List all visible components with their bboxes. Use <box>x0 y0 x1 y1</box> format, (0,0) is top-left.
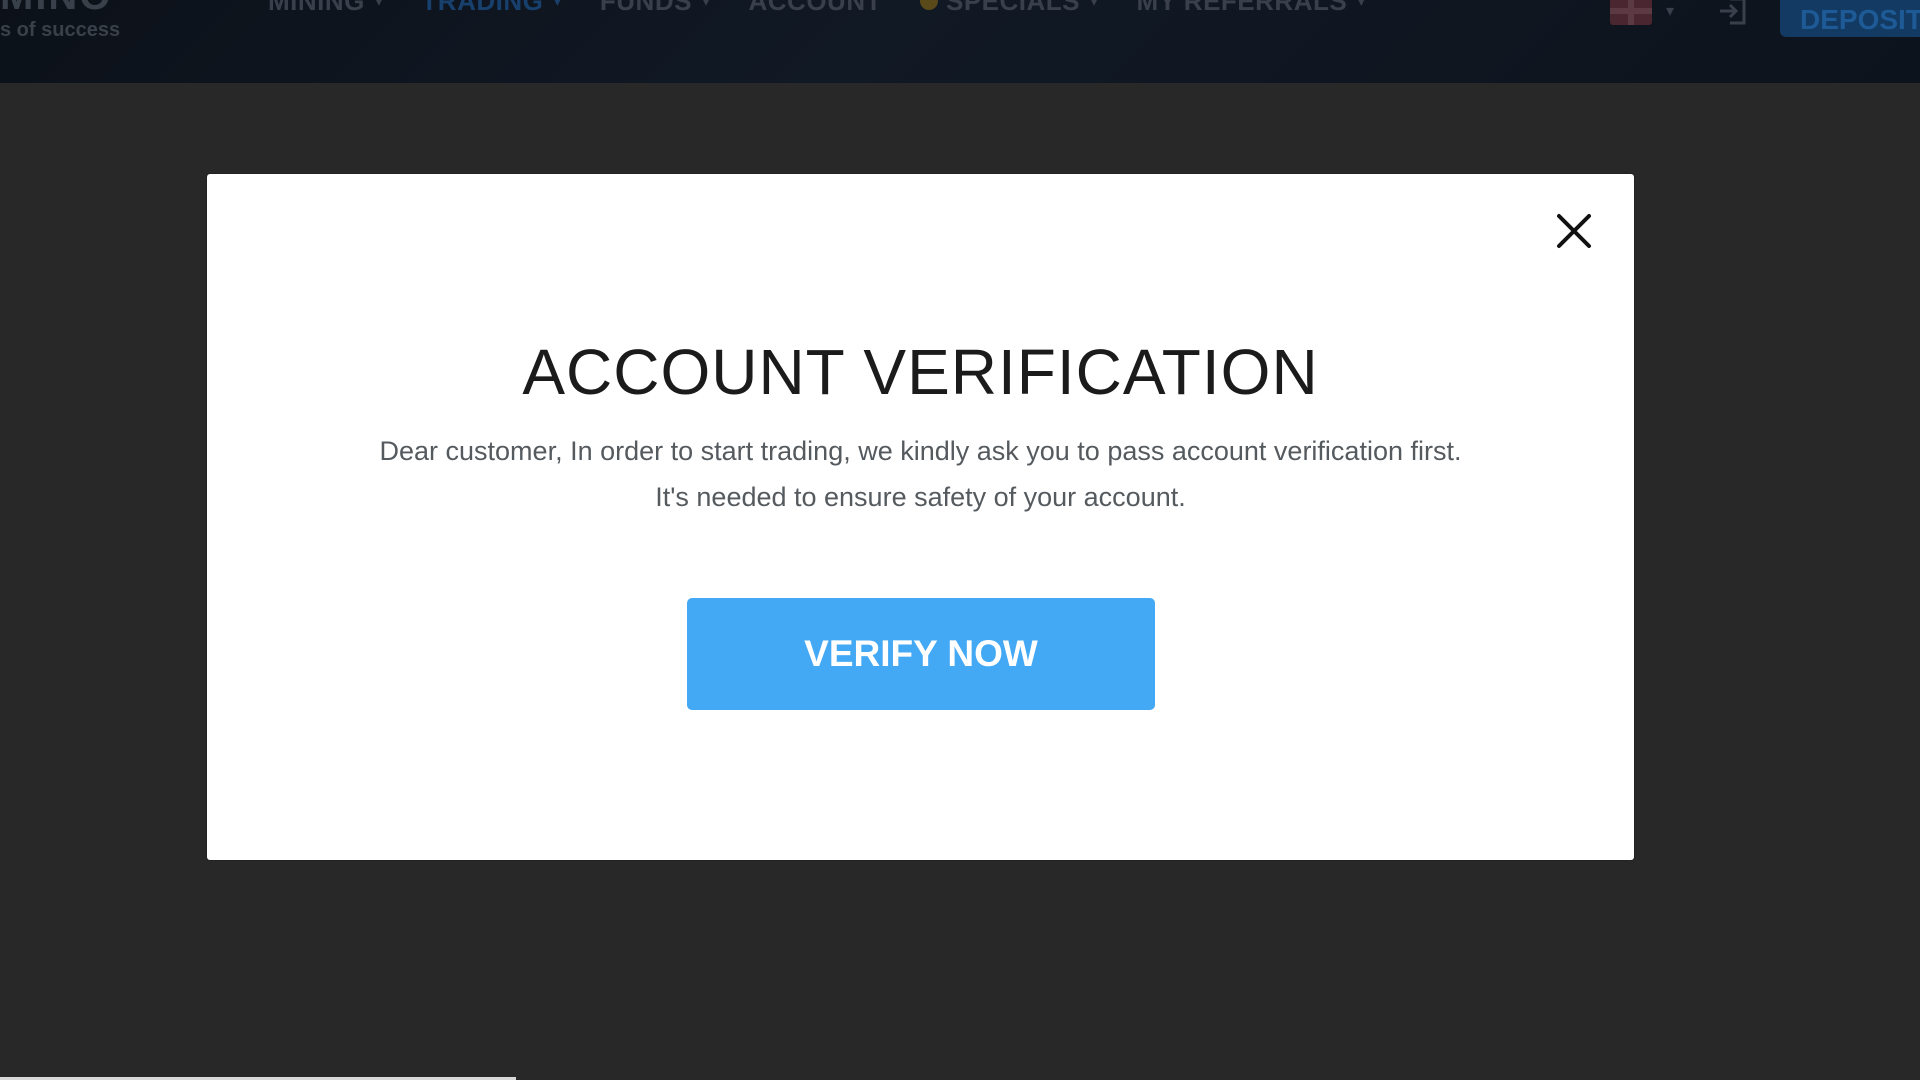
chevron-down-icon: ▾ <box>1357 0 1366 10</box>
nav-item-account[interactable]: ACCOUNT <box>748 0 882 17</box>
nav-item-label: MY REFERRALS <box>1136 0 1348 16</box>
chevron-down-icon: ▾ <box>701 0 711 10</box>
nav-item-mining[interactable]: MINING ▾ <box>268 0 383 17</box>
logout-icon[interactable] <box>1716 0 1752 29</box>
nav-item-label: MINING <box>268 0 365 16</box>
nav-item-funds[interactable]: FUNDS ▾ <box>600 0 711 17</box>
logo-text: MINO <box>0 0 120 18</box>
nav-item-label: FUNDS <box>599 0 692 16</box>
uk-flag-icon[interactable] <box>1609 0 1652 25</box>
modal-message: Dear customer, In order to start trading… <box>379 436 1462 512</box>
deposit-button[interactable]: DEPOSIT <box>1780 0 1920 37</box>
chevron-down-icon: ▾ <box>553 0 562 10</box>
specials-icon <box>919 0 938 10</box>
account-verification-modal: ACCOUNT VERIFICATION Dear customer, In o… <box>207 174 1634 860</box>
nav-item-my-referrals[interactable]: MY REFERRALS ▾ <box>1137 0 1366 17</box>
close-icon[interactable] <box>1553 210 1595 252</box>
chevron-down-icon: ▾ <box>374 0 384 10</box>
nav-item-specials[interactable]: SPECIALS ▾ <box>919 0 1099 17</box>
nav-item-label: TRADING <box>421 0 544 16</box>
header-tools: ▾ DEPOSIT <box>1609 0 1920 38</box>
logo-tagline: s of success <box>0 19 121 41</box>
chevron-down-icon: ▾ <box>1090 0 1099 10</box>
chevron-down-icon[interactable]: ▾ <box>1666 1 1674 21</box>
main-nav: MINING ▾ TRADING ▾ FUNDS ▾ ACCOUNT SPECI… <box>268 0 1404 18</box>
site-logo[interactable]: MINO s of success <box>0 0 120 40</box>
nav-item-label: ACCOUNT <box>748 0 882 16</box>
verify-now-button[interactable]: VERIFY NOW <box>687 598 1155 710</box>
modal-title: ACCOUNT VERIFICATION <box>522 336 1319 408</box>
nav-item-label: SPECIALS <box>945 0 1081 16</box>
nav-item-trading[interactable]: TRADING ▾ <box>421 0 561 17</box>
top-navigation-bar: MINO s of success MINING ▾ TRADING ▾ FUN… <box>0 0 1920 83</box>
